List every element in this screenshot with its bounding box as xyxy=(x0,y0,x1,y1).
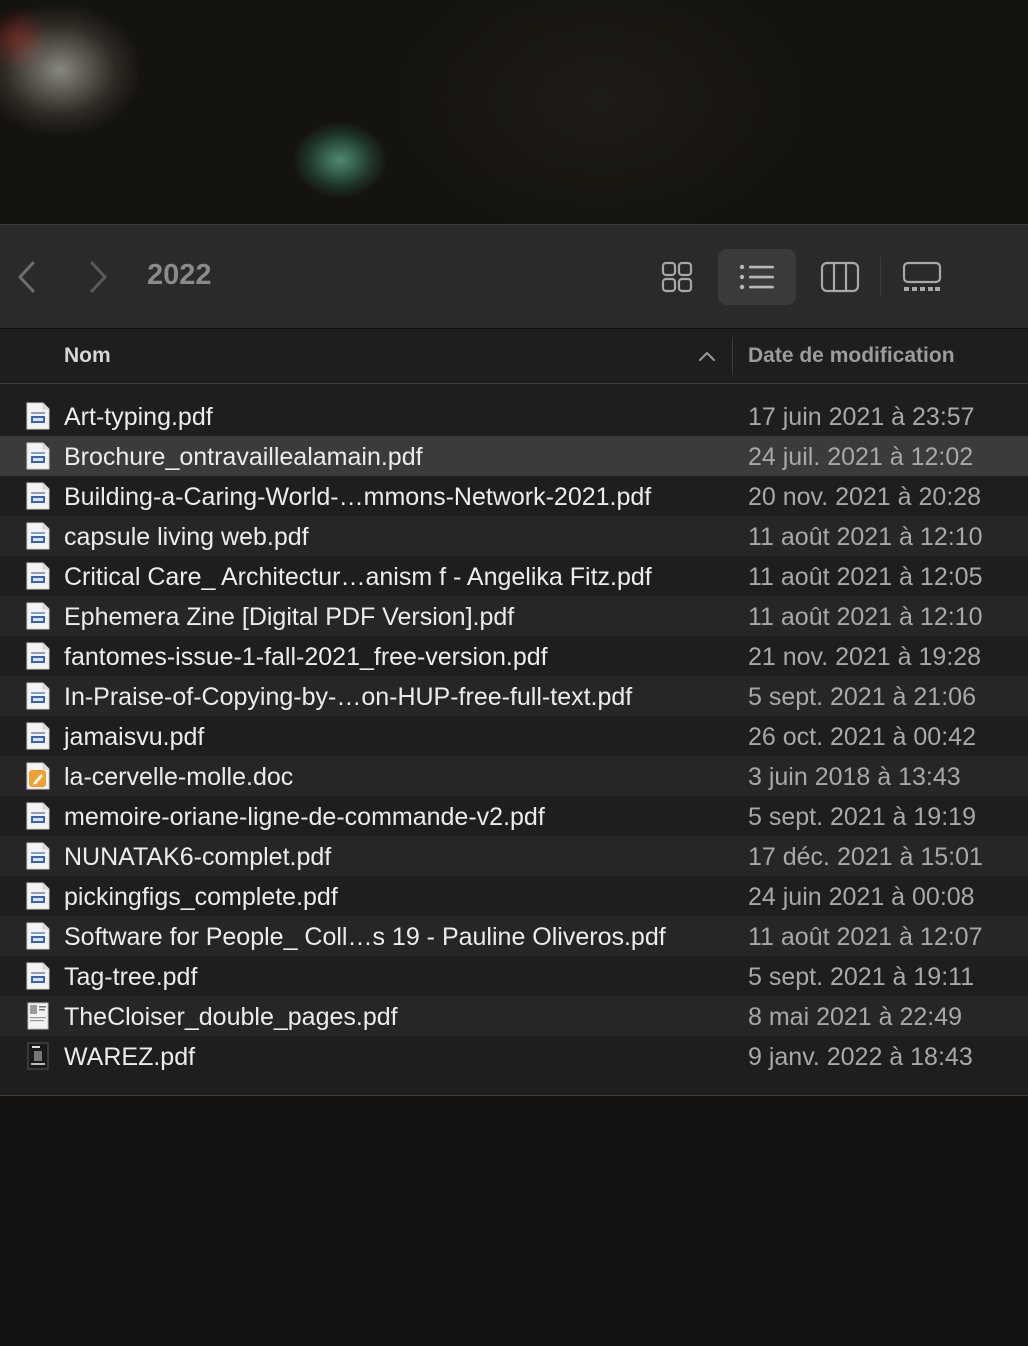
file-name: Tag-tree.pdf xyxy=(64,963,198,991)
file-row[interactable]: Building-a-Caring-World-…mmons-Network-2… xyxy=(0,476,1028,516)
name-column-header[interactable]: Nom xyxy=(64,344,111,368)
file-row[interactable]: Software for People_ Coll…s 19 - Pauline… xyxy=(0,916,1028,956)
file-name: jamaisvu.pdf xyxy=(64,723,205,751)
pdf-file-icon xyxy=(26,642,50,670)
file-name: memoire-oriane-ligne-de-commande-v2.pdf xyxy=(64,803,545,831)
pdf-file-icon xyxy=(26,802,50,830)
file-row[interactable]: capsule living web.pdf 11 août 2021 à 12:… xyxy=(0,516,1028,556)
file-name: In-Praise-of-Copying-by-…on-HUP-free-ful… xyxy=(64,683,633,711)
forward-button[interactable] xyxy=(78,257,118,297)
file-name: Critical Care_ Architectur…anism f - Ang… xyxy=(64,563,652,591)
list-icon xyxy=(739,264,774,290)
column-view-button[interactable] xyxy=(801,249,879,305)
pdf-file-icon xyxy=(26,882,50,910)
sort-ascending-icon[interactable] xyxy=(698,349,716,363)
file-name: NUNATAK6-complet.pdf xyxy=(64,843,332,871)
gallery-icon xyxy=(902,261,942,291)
file-list: Art-typing.pdf 17 juin 2021 à 23:57 Brochu… xyxy=(0,396,1028,1076)
file-name: Ephemera Zine [Digital PDF Version].pdf xyxy=(64,603,515,631)
file-name: Brochure_ontravaillealamain.pdf xyxy=(64,443,423,471)
column-header: Nom Date de modification xyxy=(0,329,1028,384)
pdf-file-icon xyxy=(26,922,50,950)
file-name: pickingfigs_complete.pdf xyxy=(64,883,338,911)
file-row[interactable]: pickingfigs_complete.pdf 24 juin 2021 à 0… xyxy=(0,876,1028,916)
file-row[interactable]: la-cervelle-molle.doc 3 juin 2018 à 13:43 xyxy=(0,756,1028,796)
file-row[interactable]: jamaisvu.pdf 26 oct. 2021 à 00:42 xyxy=(0,716,1028,756)
pdf-file-icon xyxy=(26,602,50,630)
file-date: 5 sept. 2021 à 19:19 xyxy=(748,803,976,831)
chevron-right-icon xyxy=(90,261,107,293)
pdf-file-icon xyxy=(26,522,50,550)
pdf-file-icon xyxy=(26,402,50,430)
file-row[interactable]: Brochure_ontravaillealamain.pdf 24 juil. … xyxy=(0,436,1028,476)
file-date: 5 sept. 2021 à 19:11 xyxy=(748,963,975,991)
pdf-file-icon xyxy=(26,442,50,470)
file-row[interactable]: WAREZ.pdf 9 janv. 2022 à 18:43 xyxy=(0,1036,1028,1076)
grid-icon xyxy=(661,261,693,293)
file-date: 9 janv. 2022 à 18:43 xyxy=(748,1043,973,1071)
file-date: 11 août 2021 à 12:10 xyxy=(748,523,983,551)
file-name: Building-a-Caring-World-…mmons-Network-2… xyxy=(64,483,652,511)
file-name: WAREZ.pdf xyxy=(64,1043,196,1071)
pdf-file-icon xyxy=(26,562,50,590)
file-row[interactable]: Ephemera Zine [Digital PDF Version].pdf 1… xyxy=(0,596,1028,636)
pdf-file-icon xyxy=(26,842,50,870)
finder-window: 2022 Nom Date de modification Art-typing… xyxy=(0,224,1028,1096)
file-row[interactable]: TheCloiser_double_pages.pdf 8 mai 2021 à … xyxy=(0,996,1028,1036)
file-date: 20 nov. 2021 à 20:28 xyxy=(748,483,982,511)
gallery-view-button[interactable] xyxy=(883,249,961,305)
file-date: 11 août 2021 à 12:07 xyxy=(748,923,983,951)
file-name: TheCloiser_double_pages.pdf xyxy=(64,1003,398,1031)
pdf-thumbnail-light-icon xyxy=(26,1002,50,1030)
file-name: capsule living web.pdf xyxy=(64,523,309,551)
pdf-file-icon xyxy=(26,482,50,510)
file-date: 17 déc. 2021 à 15:01 xyxy=(748,843,983,871)
file-row[interactable]: NUNATAK6-complet.pdf 17 déc. 2021 à 15:01 xyxy=(0,836,1028,876)
pdf-file-icon xyxy=(26,962,50,990)
list-view-button[interactable] xyxy=(718,249,796,305)
back-button[interactable] xyxy=(8,257,48,297)
toolbar: 2022 xyxy=(0,225,1028,329)
file-name: Software for People_ Coll…s 19 - Pauline… xyxy=(64,923,666,951)
file-date: 5 sept. 2021 à 21:06 xyxy=(748,683,976,711)
file-date: 11 août 2021 à 12:10 xyxy=(748,603,983,631)
file-row[interactable]: Art-typing.pdf 17 juin 2021 à 23:57 xyxy=(0,396,1028,436)
pdf-file-icon xyxy=(26,722,50,750)
file-row[interactable]: Tag-tree.pdf 5 sept. 2021 à 19:11 xyxy=(0,956,1028,996)
file-date: 17 juin 2021 à 23:57 xyxy=(748,403,975,431)
file-date: 24 juil. 2021 à 12:02 xyxy=(748,443,974,471)
file-date: 3 juin 2018 à 13:43 xyxy=(748,763,961,791)
toolbar-separator xyxy=(880,257,881,297)
file-date: 24 juin 2021 à 00:08 xyxy=(748,883,975,911)
columns-icon xyxy=(820,261,860,293)
file-date: 21 nov. 2021 à 19:28 xyxy=(748,643,982,671)
file-date: 26 oct. 2021 à 00:42 xyxy=(748,723,976,751)
pdf-thumbnail-dark-icon xyxy=(26,1042,50,1070)
desktop-wallpaper-top xyxy=(0,0,1028,224)
icon-view-button[interactable] xyxy=(638,249,716,305)
desktop-wallpaper-bottom xyxy=(0,1096,1028,1346)
file-name: la-cervelle-molle.doc xyxy=(64,763,294,791)
file-date: 11 août 2021 à 12:05 xyxy=(748,563,983,591)
column-divider[interactable] xyxy=(732,337,733,375)
file-name: fantomes-issue-1-fall-2021_free-version.… xyxy=(64,643,548,671)
date-column-header[interactable]: Date de modification xyxy=(748,344,955,368)
doc-file-icon xyxy=(26,762,50,790)
file-date: 8 mai 2021 à 22:49 xyxy=(748,1003,963,1031)
file-row[interactable]: memoire-oriane-ligne-de-commande-v2.pdf 5… xyxy=(0,796,1028,836)
file-row[interactable]: Critical Care_ Architectur…anism f - Ang… xyxy=(0,556,1028,596)
file-row[interactable]: fantomes-issue-1-fall-2021_free-version.… xyxy=(0,636,1028,676)
file-row[interactable]: In-Praise-of-Copying-by-…on-HUP-free-ful… xyxy=(0,676,1028,716)
pdf-file-icon xyxy=(26,682,50,710)
window-title: 2022 xyxy=(147,259,212,291)
file-name: Art-typing.pdf xyxy=(64,403,213,431)
chevron-left-icon xyxy=(18,261,35,293)
